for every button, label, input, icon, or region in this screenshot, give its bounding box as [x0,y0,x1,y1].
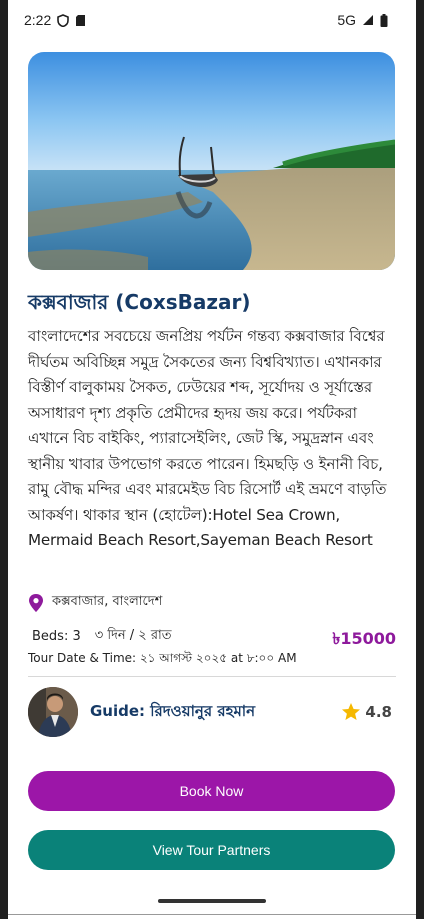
battery-icon [380,13,388,27]
tour-title: কক্সবাজার (CoxsBazar) [28,290,251,314]
status-left: 2:22 [24,12,86,28]
signal-icon [363,15,373,25]
guide-row[interactable]: Guide: রিদওয়ানুর রহমান 4.8 [28,686,396,738]
beach-boat-photo-icon [28,52,395,270]
bottom-edge [8,914,416,915]
location-pin-icon [29,593,43,612]
status-bar: 2:22 5G [8,0,416,40]
tour-duration: ৩ দিন / ২ রাত [94,628,172,643]
status-right: 5G [337,12,388,28]
guide-avatar[interactable] [28,687,78,737]
sd-card-icon [76,14,86,26]
guide-name: Guide: রিদওয়ানুর রহমান [90,701,256,720]
tour-info-row: Beds: 3 ৩ দিন / ২ রাত ৳15000 [32,626,396,648]
tour-location: কক্সবাজার, বাংলাদেশ [28,592,162,613]
divider [28,676,396,677]
star-icon [342,703,361,720]
rating-value: 4.8 [365,703,392,721]
tour-hero-image [28,52,395,270]
network-type: 5G [337,12,356,28]
location-label: কক্সবাজার, বাংলাদেশ [52,594,163,609]
guide-photo-icon [28,687,78,737]
tour-description: বাংলাদেশের সবচেয়ে জনপ্রিয় পর্যটন গন্তব… [28,327,387,549]
book-now-button[interactable]: Book Now [28,771,395,811]
view-tour-partners-button[interactable]: View Tour Partners [28,830,395,870]
tour-date-time: Tour Date & Time: ২১ আগস্ট ২০২৫ at ৮:০০ … [28,651,297,665]
tour-price: ৳15000 [332,629,396,648]
home-indicator[interactable] [158,899,266,903]
beds-count: Beds: 3 [32,629,81,644]
guide-rating: 4.8 [341,702,396,722]
status-time: 2:22 [24,12,52,28]
shield-icon [57,13,70,27]
